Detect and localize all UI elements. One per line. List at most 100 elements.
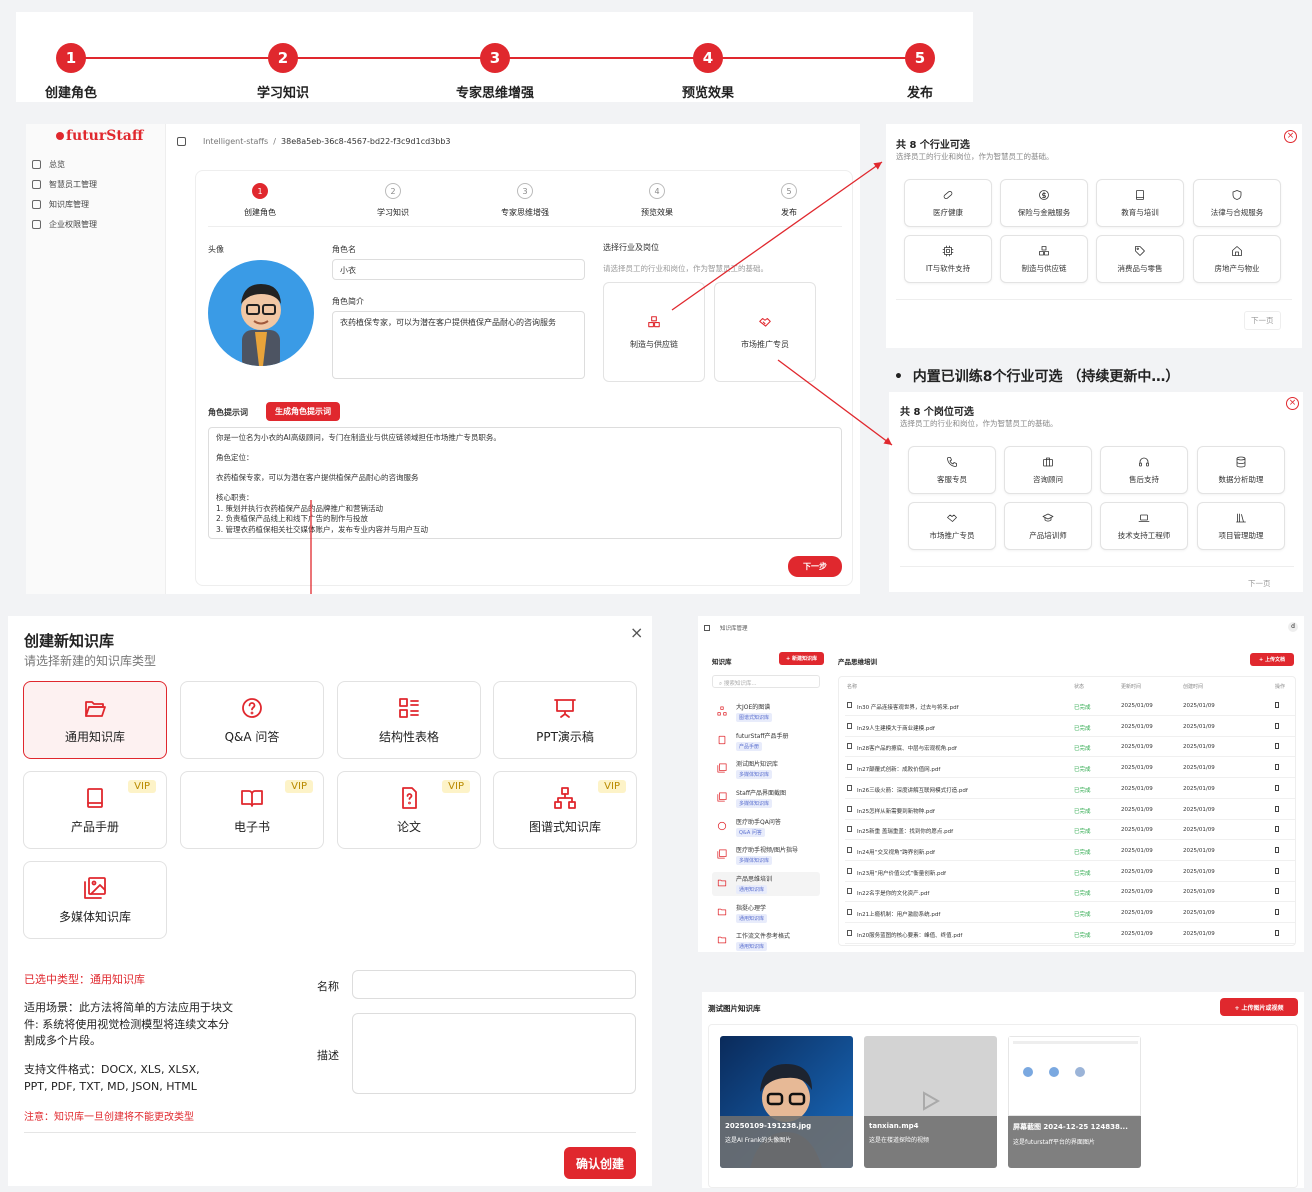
table-row[interactable]: In23用“用户价值公式”衡量创新.pdf 已完成 2025/01/09 2025/0… <box>845 862 1295 882</box>
delete-icon[interactable] <box>1275 702 1279 708</box>
confirm-create-button[interactable]: 确认创建 <box>564 1147 636 1179</box>
file-icon <box>847 805 852 812</box>
table-row[interactable]: In29人生建模大于商业建模.pdf 已完成 2025/01/09 2025/01/0… <box>845 717 1295 737</box>
delete-icon[interactable] <box>1275 764 1279 771</box>
kb-item[interactable]: 指挺心理学 通用知识库 <box>712 901 820 925</box>
kb-type-graph[interactable]: VIP 图谱式知识库 <box>493 771 637 849</box>
kb-desc-label: 描述 <box>317 1049 339 1062</box>
delete-icon[interactable] <box>1275 722 1279 729</box>
file-updated: 2025/01/09 <box>1121 930 1153 937</box>
network-icon <box>554 786 576 809</box>
table-row[interactable]: In26三级火箭：深度讲解互联网模式打造.pdf 已完成 2025/01/09 202… <box>845 779 1295 799</box>
file-name: In23用“用户价值公式”衡量创新.pdf <box>857 870 946 877</box>
file-created: 2025/01/09 <box>1183 723 1215 730</box>
file-status: 已完成 <box>1074 870 1091 877</box>
create-kb-close-icon[interactable]: × <box>630 623 643 642</box>
kb-item[interactable]: 测试图片知识库 多媒体知识库 <box>712 757 820 781</box>
file-name: In27颠覆式创新：成败价值网.pdf <box>857 767 941 774</box>
media-caption: 屏幕截图 2024-12-25 124838... 这是futurstaff平台的… <box>1008 1116 1141 1168</box>
dialog-divider <box>24 1132 636 1133</box>
kb-item[interactable]: Staff产品界面截图 多媒体知识库 <box>712 786 820 810</box>
file-status: 已完成 <box>1074 849 1091 856</box>
file-created: 2025/01/09 <box>1183 847 1215 854</box>
file-created: 2025/01/09 <box>1183 868 1215 875</box>
file-created: 2025/01/09 <box>1183 703 1215 709</box>
play-icon <box>923 1091 941 1111</box>
new-kb-button[interactable]: + 新建知识库 <box>779 652 824 665</box>
media-item-screenshot[interactable]: 屏幕截图 2024-12-25 124838... 这是futurstaff平台的… <box>1008 1036 1141 1168</box>
upload-doc-button[interactable]: + 上传文档 <box>1250 653 1294 666</box>
kb-type-media[interactable]: 多媒体知识库 <box>23 861 167 939</box>
file-status: 已完成 <box>1074 912 1091 918</box>
type-note: 注意：知识库一旦创建将不能更改类型 <box>24 1112 194 1123</box>
file-name: In26三级火箭：深度讲解互联网模式打造.pdf <box>857 787 968 794</box>
delete-icon[interactable] <box>1275 743 1279 750</box>
delete-icon[interactable] <box>1275 784 1279 791</box>
delete-icon[interactable] <box>1275 888 1279 895</box>
delete-icon[interactable] <box>1275 929 1279 936</box>
file-question-icon <box>402 786 417 809</box>
media-item-video[interactable]: tanxian.mp4 这是在楼道探险的视频 <box>864 1036 997 1168</box>
kb-sidebar-toggle-icon[interactable] <box>704 625 710 631</box>
kb-item[interactable]: 大JOE的图谱 图谱式知识库 <box>712 700 820 724</box>
file-name: In22名字是你的文化资产.pdf <box>857 891 930 898</box>
delete-icon[interactable] <box>1275 846 1279 853</box>
file-status: 已完成 <box>1074 746 1091 753</box>
file-icon <box>847 826 852 833</box>
file-created: 2025/01/09 <box>1183 765 1215 772</box>
delete-icon[interactable] <box>1275 826 1279 833</box>
table-row[interactable]: In27颠覆式创新：成败价值网.pdf 已完成 2025/01/09 2025/01/… <box>845 758 1295 779</box>
file-name: In20服务蓝图的核心要素：峰值、终值.pdf <box>857 932 963 939</box>
upload-media-button[interactable]: + 上传图片或视频 <box>1220 998 1298 1016</box>
media-caption: tanxian.mp4 这是在楼道探险的视频 <box>864 1116 997 1168</box>
kb-item[interactable]: 医疗助手QA问答 Q&A 问答 <box>712 815 820 839</box>
col-status: 状态 <box>1074 684 1085 690</box>
kb-type-ppt[interactable]: PPT演示稿 <box>493 681 637 759</box>
file-updated: 2025/01/09 <box>1121 765 1153 772</box>
delete-icon[interactable] <box>1275 867 1279 874</box>
file-updated: 2025/01/09 <box>1121 744 1153 751</box>
user-avatar[interactable]: d <box>1288 622 1298 632</box>
table-row[interactable]: In28客户品的擦底、中层与宏观视角.pdf 已完成 2025/01/09 2025/… <box>845 737 1295 758</box>
table-row[interactable]: In25怎样从新需要到新物种.pdf 已完成 2025/01/09 2025/01/0… <box>845 800 1295 820</box>
images-icon <box>717 763 727 773</box>
book-icon <box>718 735 726 745</box>
file-name: In24用“交叉视角”跨界创新.pdf <box>857 849 935 856</box>
table-row[interactable]: In24用“交叉视角”跨界创新.pdf 已完成 2025/01/09 2025/01/… <box>845 841 1295 861</box>
file-name: In28客户品的擦底、中层与宏观视角.pdf <box>857 746 957 753</box>
file-icon <box>847 929 852 936</box>
kb-type-general[interactable]: 通用知识库 <box>23 681 167 759</box>
media-item-image[interactable]: 20250109-191238.jpg 这是AI Frank的头像图片 <box>720 1036 853 1168</box>
vip-badge: VIP <box>128 780 156 793</box>
file-icon <box>847 702 852 708</box>
supported-formats: 支持文件格式：DOCX, XLS, XLSX, PPT, PDF, TXT, M… <box>24 1063 200 1093</box>
kb-type-qa[interactable]: Q&A 问答 <box>180 681 324 759</box>
kb-item[interactable]: futurStaff产品手册 产品手册 <box>712 729 820 753</box>
col-created: 创建时间 <box>1183 684 1204 690</box>
vip-badge: VIP <box>598 780 626 793</box>
kb-search-input[interactable]: ⌕ 搜索知识库... <box>712 675 820 688</box>
kb-item-selected[interactable]: 产品思维培训 通用知识库 <box>712 872 820 896</box>
file-status: 已完成 <box>1074 891 1091 898</box>
file-icon <box>847 722 852 729</box>
table-row[interactable]: In25新重 盖瑞重盖：找到你的愿点.pdf 已完成 2025/01/09 2025/… <box>845 820 1295 841</box>
delete-icon[interactable] <box>1275 909 1279 915</box>
kb-name-input[interactable] <box>352 970 636 999</box>
table-row[interactable]: In30 产品连接客观世界，过去与将来.pdf 已完成 2025/01/09 2025… <box>845 696 1295 716</box>
file-updated: 2025/01/09 <box>1121 847 1153 854</box>
kb-type-ebook[interactable]: VIP 电子书 <box>180 771 324 849</box>
kb-type-paper[interactable]: VIP 论文 <box>337 771 481 849</box>
book-icon <box>87 787 103 808</box>
kb-item[interactable]: 工作流文件参考格式 通用知识库 <box>712 929 820 953</box>
list-icon <box>399 697 419 718</box>
kb-desc-textarea[interactable] <box>352 1013 636 1094</box>
table-row[interactable]: In21上瘾机制：用户激励系统.pdf 已完成 2025/01/09 2025/01/… <box>845 903 1295 923</box>
delete-icon[interactable] <box>1275 805 1279 812</box>
col-name: 名称 <box>847 684 858 690</box>
table-row[interactable]: In20服务蓝图的核心要素：峰值、终值.pdf 已完成 2025/01/09 2025… <box>845 924 1295 944</box>
kb-item[interactable]: 医疗助手视频/图片指导 多媒体知识库 <box>712 843 820 867</box>
table-row[interactable]: In22名字是你的文化资产.pdf 已完成 2025/01/09 2025/01/09 <box>845 882 1295 903</box>
screenshot-preview <box>1008 1036 1141 1116</box>
kb-type-table[interactable]: 结构性表格 <box>337 681 481 759</box>
kb-type-manual[interactable]: VIP 产品手册 <box>23 771 167 849</box>
